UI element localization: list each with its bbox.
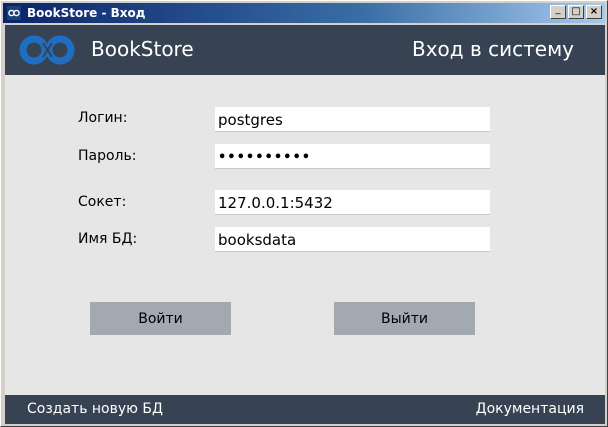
brand-name: BookStore (91, 37, 194, 61)
bookstore-logo-icon (19, 34, 77, 70)
login-label: Логин: (78, 110, 128, 126)
exit-button-label: Выйти (380, 310, 428, 327)
password-input[interactable] (215, 144, 490, 169)
close-button[interactable]: × (586, 5, 602, 19)
login-input[interactable] (215, 107, 490, 132)
header-bar: BookStore Вход в систему (5, 25, 605, 75)
socket-input[interactable] (215, 190, 490, 215)
password-label: Пароль: (78, 148, 137, 164)
minimize-icon: _ (555, 4, 561, 15)
page-title: Вход в систему (412, 37, 574, 61)
create-db-link[interactable]: Создать новую БД (27, 401, 163, 417)
login-button[interactable]: Войти (90, 302, 231, 335)
documentation-link[interactable]: Документация (476, 401, 584, 417)
app-window: BookStore - Вход _ □ × BookStore Вход в … (0, 0, 608, 427)
window-controls: _ □ × (550, 5, 602, 19)
socket-label: Сокет: (78, 194, 127, 210)
window-title: BookStore - Вход (27, 6, 146, 20)
footer-bar: Создать новую БД Документация (5, 395, 605, 424)
maximize-icon: □ (571, 6, 581, 17)
login-dialog: BookStore Вход в систему Логин: Пароль: … (5, 25, 605, 424)
close-icon: × (589, 6, 599, 17)
maximize-button[interactable]: □ (568, 5, 584, 19)
dbname-label: Имя БД: (78, 231, 138, 247)
minimize-button[interactable]: _ (550, 5, 566, 19)
exit-button[interactable]: Выйти (334, 302, 475, 335)
title-bar[interactable]: BookStore - Вход _ □ × (3, 3, 605, 23)
login-button-label: Войти (138, 310, 183, 327)
app-icon[interactable] (6, 5, 22, 21)
dbname-input[interactable] (215, 227, 490, 252)
